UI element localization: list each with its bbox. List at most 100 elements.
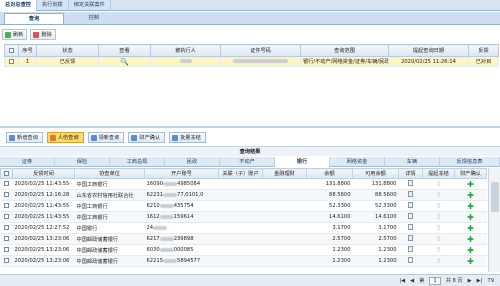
- per-page[interactable]: 79: [487, 278, 494, 284]
- result-row[interactable]: 2020/02/25 11:43:55 中国工商银行 16090 4985084 131…: [0, 178, 487, 190]
- delete-button[interactable]: 删除: [30, 29, 56, 40]
- row-checkbox[interactable]: [4, 56, 19, 67]
- result-row[interactable]: 2020/02/25 13:23:06 中国邮政储蓄银行 62215 5894577 1…: [0, 255, 487, 267]
- result-scrollbar[interactable]: [488, 168, 500, 272]
- result-row-checkbox[interactable]: [0, 178, 13, 190]
- freeze-arrow-icon[interactable]: ⇧: [422, 233, 455, 245]
- splitter[interactable]: [0, 126, 500, 128]
- asset-confirm-plus-icon[interactable]: ✚: [454, 222, 487, 234]
- result-row-checkbox[interactable]: [0, 200, 13, 212]
- row-feedback: 已对目: [468, 56, 499, 67]
- cat-vehicle[interactable]: 车辆: [385, 157, 440, 167]
- result-row-checkbox[interactable]: [0, 255, 13, 267]
- freeze-arrow-icon[interactable]: ⇧: [422, 200, 455, 212]
- result-sub-account: [218, 244, 263, 256]
- asset-confirm-plus-icon[interactable]: ✚: [454, 178, 487, 190]
- details-icon[interactable]: [398, 200, 423, 212]
- result-row-checkbox[interactable]: [0, 233, 13, 245]
- freeze-arrow-icon[interactable]: ⇧: [422, 178, 455, 190]
- freeze-arrow-icon[interactable]: ⇧: [422, 211, 455, 223]
- details-icon[interactable]: [398, 222, 423, 234]
- injury-query-button[interactable]: 人伤查询: [46, 132, 84, 143]
- col-sub-account: 关联（子）账户: [218, 168, 263, 179]
- select-all-checkbox[interactable]: [4, 44, 19, 57]
- result-row[interactable]: 2020/02/25 12:16:28 山东省农村信用社联合社 62231 77,01…: [0, 189, 487, 201]
- details-icon[interactable]: [398, 189, 423, 201]
- result-available: 2.5700: [352, 233, 399, 245]
- result-sub-account: [218, 222, 263, 234]
- new-query-button[interactable]: 新增查询: [6, 132, 43, 143]
- next-page-icon[interactable]: ▶: [468, 278, 472, 284]
- top-tab-bar: 总对总查控 执行划拨 绑定关联案件: [0, 0, 500, 11]
- tab-total-query[interactable]: 总对总查控: [0, 0, 37, 11]
- details-icon[interactable]: [398, 211, 423, 223]
- asset-confirm-plus-icon[interactable]: ✚: [454, 255, 487, 267]
- result-wealth: [262, 244, 307, 256]
- details-icon[interactable]: [398, 233, 423, 245]
- result-row[interactable]: 2020/02/25 13:23:06 中国邮政储蓄银行 6030 000085 1.2…: [0, 244, 487, 256]
- cat-feedback-sheet[interactable]: 反馈信息表: [440, 157, 500, 167]
- query-row[interactable]: 1 已反馈 🔍 银行/不动产/网络资金/证券/车辆/民政 2020/02/25 …: [4, 56, 499, 67]
- row-person-redacted: [150, 56, 221, 67]
- details-icon[interactable]: [398, 244, 423, 256]
- cat-securities[interactable]: 证券: [0, 157, 55, 167]
- page-number[interactable]: 1: [429, 276, 441, 285]
- cat-online-funds[interactable]: 网络资金: [330, 157, 385, 167]
- asset-confirm-plus-icon[interactable]: ✚: [454, 211, 487, 223]
- result-time: 2020/02/25 13:23:06: [12, 233, 75, 245]
- result-row[interactable]: 2020/02/25 12:27:52 中国银行 24 3.1700 3.1700 ⇧ ✚: [0, 222, 487, 234]
- freeze-arrow-icon[interactable]: ⇧: [422, 189, 455, 201]
- account-prefix: 1612: [146, 214, 160, 220]
- scroll-thumb[interactable]: [491, 182, 499, 212]
- details-icon[interactable]: [398, 178, 423, 190]
- freeze-arrow-icon[interactable]: ⇧: [422, 244, 455, 256]
- col-account: 开户账号: [144, 168, 219, 179]
- result-row[interactable]: 2020/02/25 11:43:55 中国工商银行 6210 435754 52.33…: [0, 200, 487, 212]
- col-balance: 余额: [306, 168, 353, 179]
- tab-bind-case[interactable]: 绑定关联案件: [69, 0, 111, 11]
- result-row[interactable]: 2020/02/25 11:43:55 中国工商银行 1612 159614 14.61…: [0, 211, 487, 223]
- tab-transfer[interactable]: 执行划拨: [37, 0, 69, 11]
- cat-insurance[interactable]: 保险: [55, 157, 110, 167]
- prev-page-icon[interactable]: ◀: [410, 278, 414, 284]
- result-balance: 2.5700: [306, 233, 353, 245]
- freeze-arrow-icon[interactable]: ⇧: [422, 255, 455, 267]
- last-page-icon[interactable]: ▶|: [477, 278, 483, 284]
- details-icon[interactable]: [398, 255, 423, 267]
- asset-confirm-label: 财产确认: [139, 134, 161, 141]
- result-row-checkbox[interactable]: [0, 211, 13, 223]
- asset-confirm-plus-icon[interactable]: ✚: [454, 233, 487, 245]
- result-account: 24: [144, 222, 219, 234]
- result-available: 131.8800: [352, 178, 399, 190]
- result-account: 62231 77,0101,0: [144, 189, 219, 201]
- result-row[interactable]: 2020/02/25 13:23:06 中国邮政储蓄银行 6217 239898 2.5…: [0, 233, 487, 245]
- renew-query-button[interactable]: 领新查询: [87, 132, 125, 143]
- result-wealth: [262, 222, 307, 234]
- account-prefix: 62215: [146, 258, 164, 264]
- result-table-header: 反馈时间 协查单位 开户账号 关联（子）账户 金融理财 余额 可用余额 详情 提…: [0, 168, 487, 179]
- asset-confirm-button[interactable]: 财产确认: [128, 132, 166, 143]
- tab-query[interactable]: 查询: [4, 13, 64, 24]
- first-page-icon[interactable]: |◀: [399, 278, 405, 284]
- refresh-button[interactable]: 刷新: [2, 29, 28, 40]
- asset-confirm-plus-icon[interactable]: ✚: [454, 189, 487, 201]
- result-time: 2020/02/25 12:27:52: [12, 222, 75, 234]
- cat-property[interactable]: 不动产: [220, 157, 275, 167]
- cat-civil[interactable]: 民政: [165, 157, 220, 167]
- col-status: 状态: [36, 44, 99, 57]
- result-row-checkbox[interactable]: [0, 189, 13, 201]
- result-select-all[interactable]: [0, 168, 13, 179]
- row-id-redacted: [220, 56, 301, 67]
- result-row-checkbox[interactable]: [0, 244, 13, 256]
- tab-control[interactable]: 控制: [64, 13, 124, 24]
- batch-freeze-button[interactable]: 批量冻结: [169, 132, 206, 143]
- cat-bank[interactable]: 银行: [275, 157, 330, 167]
- account-prefix: 6030: [146, 247, 160, 253]
- cat-commerce[interactable]: 工商总局: [110, 157, 165, 167]
- asset-confirm-plus-icon[interactable]: ✚: [454, 200, 487, 212]
- asset-confirm-plus-icon[interactable]: ✚: [454, 244, 487, 256]
- freeze-arrow-icon[interactable]: ⇧: [422, 222, 455, 234]
- row-seq: 1: [18, 56, 37, 67]
- result-row-checkbox[interactable]: [0, 222, 13, 234]
- view-icon[interactable]: 🔍: [98, 56, 151, 67]
